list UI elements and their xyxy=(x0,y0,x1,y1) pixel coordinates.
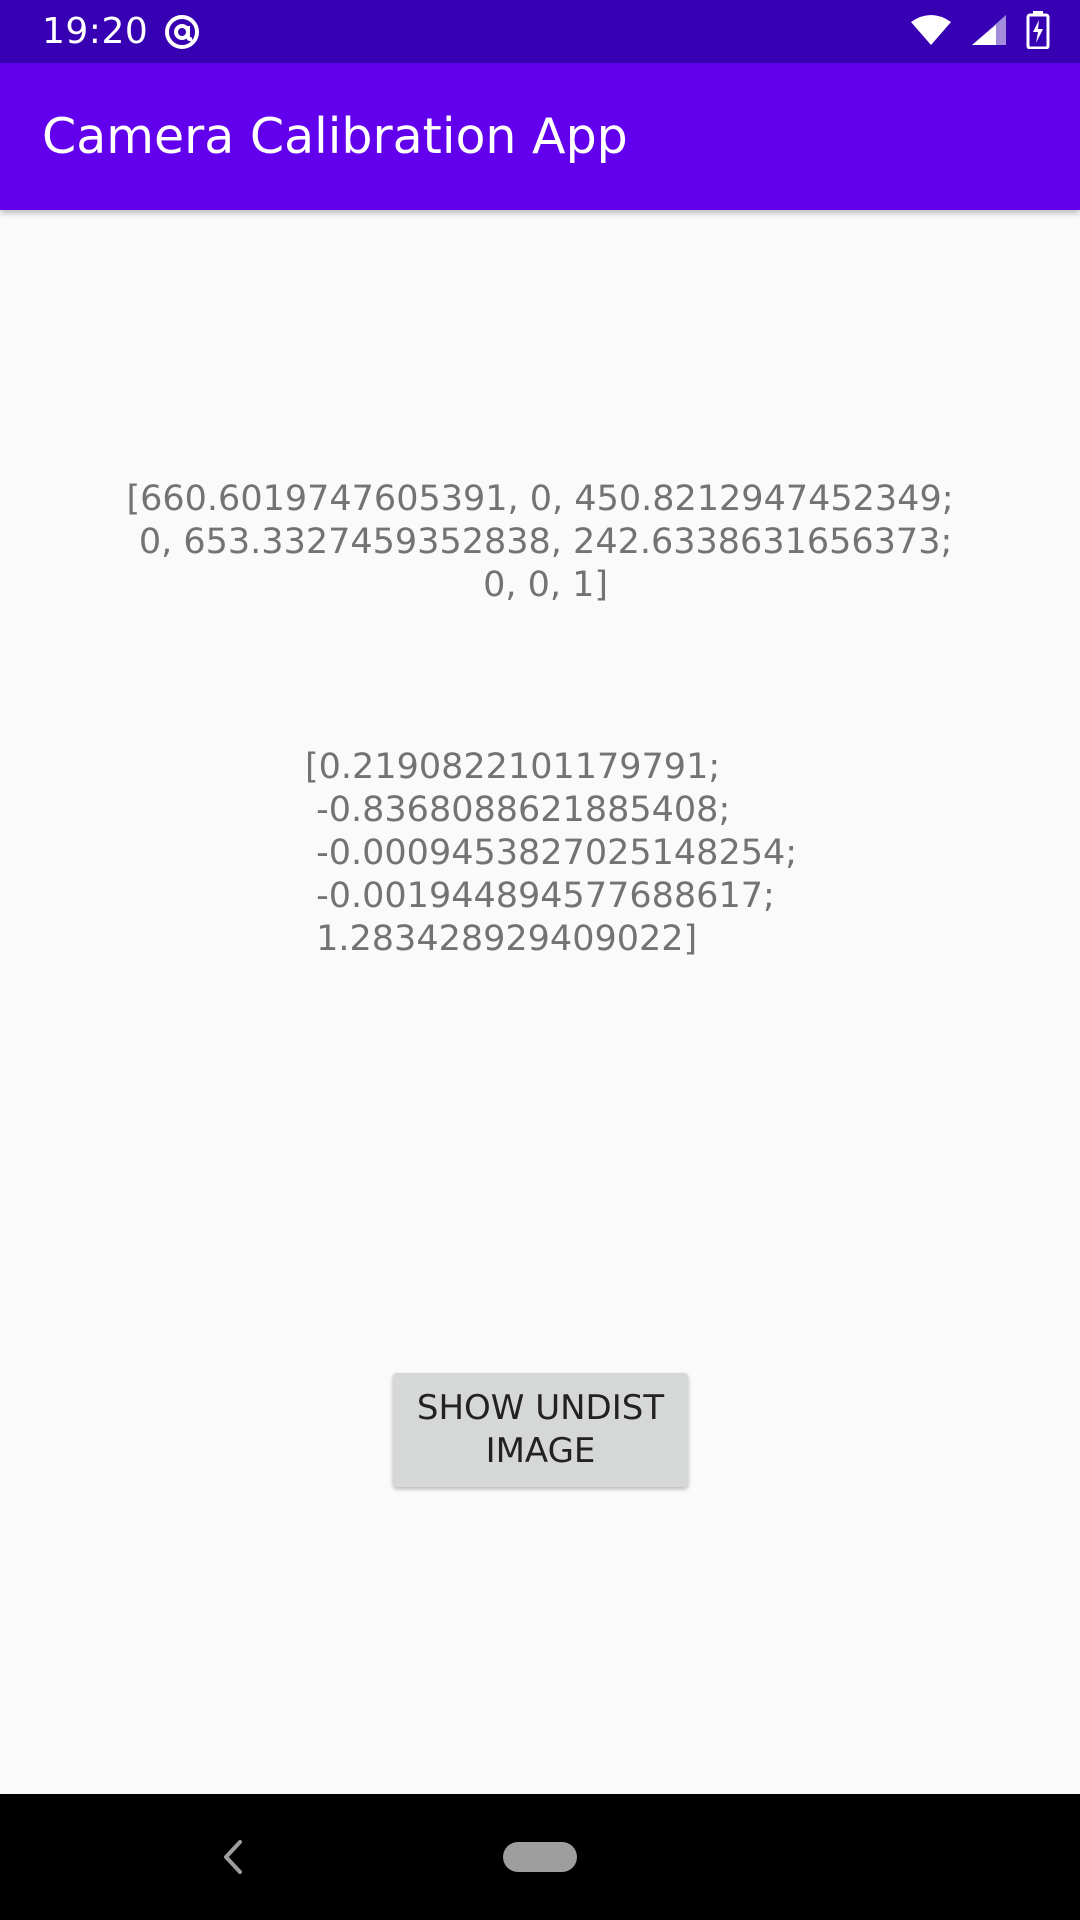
show-undistorted-image-button[interactable]: SHOW UNDIST IMAGE xyxy=(393,1373,688,1487)
main-content: [660.6019747605391, 0, 450.8212947452349… xyxy=(0,210,1080,1794)
app-bar: Camera Calibration App xyxy=(0,63,1080,210)
battery-charging-icon xyxy=(1026,11,1050,53)
home-pill-icon[interactable] xyxy=(503,1842,577,1872)
at-sign-icon xyxy=(164,14,200,50)
status-bar: 19:20 xyxy=(0,0,1080,63)
cell-signal-icon xyxy=(970,13,1008,51)
status-icons xyxy=(910,11,1050,53)
screen: 19:20 Camera Calibration App [660.601974… xyxy=(0,0,1080,1920)
wifi-icon xyxy=(910,14,952,50)
back-icon[interactable] xyxy=(212,1834,252,1880)
camera-matrix-text: [660.6019747605391, 0, 450.8212947452349… xyxy=(126,479,954,605)
app-title: Camera Calibration App xyxy=(42,108,628,165)
navigation-bar xyxy=(0,1794,1080,1920)
status-time: 19:20 xyxy=(42,11,149,52)
distortion-coefficients-text: [0.2190822101179791; -0.8368088621885408… xyxy=(305,747,798,959)
